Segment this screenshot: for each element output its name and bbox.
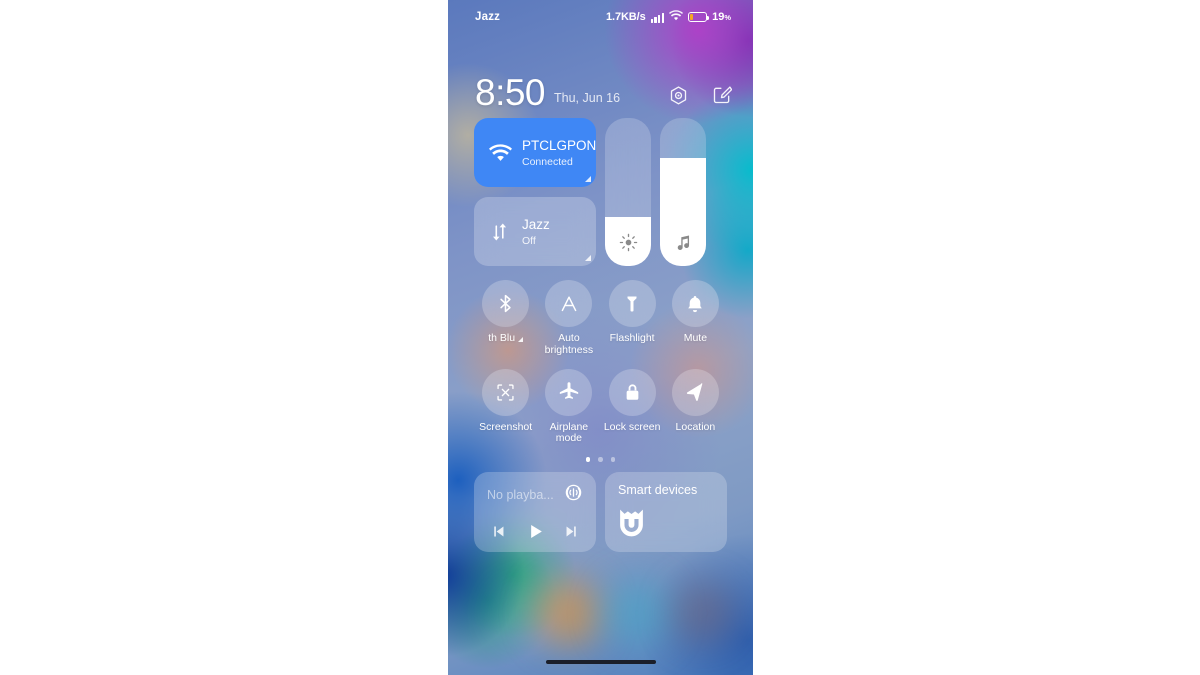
toggle-label-location: Location (675, 420, 716, 433)
expand-corner-icon[interactable] (518, 337, 524, 342)
toggle-lock-screen[interactable]: Lock screen (601, 368, 664, 446)
battery-percent-label: 19% (712, 11, 731, 23)
clock-time: 8:50 (475, 71, 546, 113)
battery-icon (688, 12, 710, 22)
bell-mute-icon (671, 280, 719, 327)
volume-slider[interactable] (660, 118, 706, 266)
wallpaper-app-blob (672, 582, 734, 644)
brightness-sun-icon (605, 233, 651, 252)
wallpaper-app-blob (604, 580, 670, 646)
mobile-data-name: Jazz (522, 217, 550, 232)
toggle-bluetooth[interactable]: th Blu (474, 280, 537, 357)
skip-next-icon[interactable] (563, 523, 580, 545)
mobile-data-tile-text: Jazz Off (522, 216, 550, 247)
airplane-icon (545, 368, 593, 416)
toggle-label-flashlight: Flashlight (609, 332, 655, 344)
settings-gear-icon[interactable] (668, 85, 689, 106)
page-dot[interactable] (585, 457, 591, 462)
wifi-status: Connected (522, 156, 573, 168)
clock-header: 8:50 Thu, Jun 16 (448, 66, 753, 118)
toggle-label-mute: Mute (683, 332, 708, 344)
expand-corner-icon[interactable] (585, 176, 591, 182)
smart-devices-card[interactable]: Smart devices (605, 471, 727, 552)
page-dot[interactable] (598, 457, 603, 462)
brightness-slider[interactable] (605, 118, 651, 266)
mobile-data-arrows-icon (488, 222, 512, 242)
toggle-screenshot[interactable]: Screenshot (474, 368, 537, 446)
wallpaper-app-blob (536, 580, 602, 646)
toggle-airplane-mode[interactable]: Airplane mode (537, 368, 600, 446)
toggle-label-screenshot: Screenshot (479, 420, 533, 433)
media-player-card[interactable]: No playba... (474, 471, 596, 552)
wifi-icon (669, 8, 684, 26)
cast-sound-icon[interactable] (564, 483, 583, 507)
mobile-data-tile[interactable]: Jazz Off (474, 197, 596, 266)
control-center-panel: PTCLGPON Connected Jazz Off th Blu Auto … (448, 118, 753, 552)
toggle-mute[interactable]: Mute (664, 280, 727, 357)
screenshot-icon (482, 368, 530, 416)
toggle-flashlight[interactable]: Flashlight (601, 280, 664, 357)
clock-date: Thu, Jun 16 (554, 91, 621, 105)
mi-home-icon (618, 508, 714, 542)
toggle-label-lock-screen: Lock screen (603, 420, 661, 433)
auto-brightness-a-icon (545, 280, 593, 327)
wifi-tile[interactable]: PTCLGPON Connected (474, 118, 596, 187)
toggle-row-2: Screenshot Airplane mode Lock screen Loc… (474, 368, 727, 446)
toggle-label-bluetooth: th Blu (488, 332, 524, 345)
header-actions (668, 85, 733, 106)
toggle-auto-brightness[interactable]: Auto brightness (537, 280, 600, 357)
connectivity-tiles: PTCLGPON Connected Jazz Off (474, 118, 596, 266)
page-dot[interactable] (610, 457, 616, 462)
carrier-label: Jazz (475, 11, 501, 23)
location-arrow-icon (671, 368, 719, 416)
signal-bars-icon (650, 12, 665, 23)
play-icon[interactable] (526, 522, 545, 546)
wifi-icon (488, 143, 512, 162)
bluetooth-icon (482, 280, 530, 327)
network-speed-label: 1.7KB/s (605, 11, 646, 23)
screenshot-root: Jazz 1.7KB/s 19% 8:50 Thu, Jun 16 PTCLGP… (0, 0, 1200, 675)
music-note-icon (660, 233, 706, 252)
media-title: No playba... (487, 487, 554, 502)
home-indicator-bar[interactable] (545, 660, 656, 664)
expand-corner-icon[interactable] (585, 255, 591, 261)
toggle-row-1: th Blu Auto brightness Flashlight Mute (474, 280, 727, 357)
wifi-network-name: PTCLGPON (522, 138, 596, 153)
toggle-label-airplane-mode: Airplane mode (549, 420, 589, 445)
toggle-location[interactable]: Location (664, 368, 727, 446)
phone-screen: Jazz 1.7KB/s 19% 8:50 Thu, Jun 16 PTCLGP… (448, 0, 753, 675)
media-card-header: No playba... (487, 483, 583, 507)
skip-previous-icon[interactable] (490, 523, 507, 545)
lock-icon (608, 368, 656, 416)
page-indicator[interactable] (474, 457, 727, 462)
top-tiles-row: PTCLGPON Connected Jazz Off (474, 118, 727, 266)
flashlight-icon (608, 280, 656, 327)
status-bar-right: 1.7KB/s 19% (606, 8, 731, 26)
status-bar: Jazz 1.7KB/s 19% (448, 0, 753, 34)
media-controls (487, 522, 583, 546)
edit-pencil-icon[interactable] (712, 85, 733, 106)
smart-devices-title: Smart devices (618, 482, 698, 497)
wifi-tile-text: PTCLGPON Connected (522, 137, 596, 168)
quick-toggles: th Blu Auto brightness Flashlight Mute S… (474, 280, 727, 462)
toggle-label-auto-brightness: Auto brightness (544, 332, 594, 356)
mobile-data-status: Off (522, 235, 536, 247)
bottom-cards: No playba... Smart devices (474, 471, 727, 552)
